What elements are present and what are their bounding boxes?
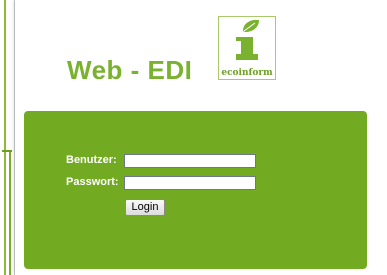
left-edge-stripe-lower xyxy=(9,150,11,275)
logo-text: ecoinform xyxy=(221,68,273,78)
leaf-i-logo-icon xyxy=(236,19,259,60)
username-input[interactable] xyxy=(124,154,256,168)
left-edge-stripe xyxy=(4,0,6,275)
login-button[interactable]: Login xyxy=(125,199,165,216)
left-edge-notch xyxy=(2,150,12,152)
ecoinform-logo: ecoinform xyxy=(218,16,276,80)
password-label: Passwort: xyxy=(66,176,119,188)
page-title: Web - EDI xyxy=(67,55,193,85)
username-label: Benutzer: xyxy=(66,154,117,166)
window-left-edge xyxy=(0,0,15,275)
password-input[interactable] xyxy=(124,176,256,190)
login-form xyxy=(24,111,367,269)
